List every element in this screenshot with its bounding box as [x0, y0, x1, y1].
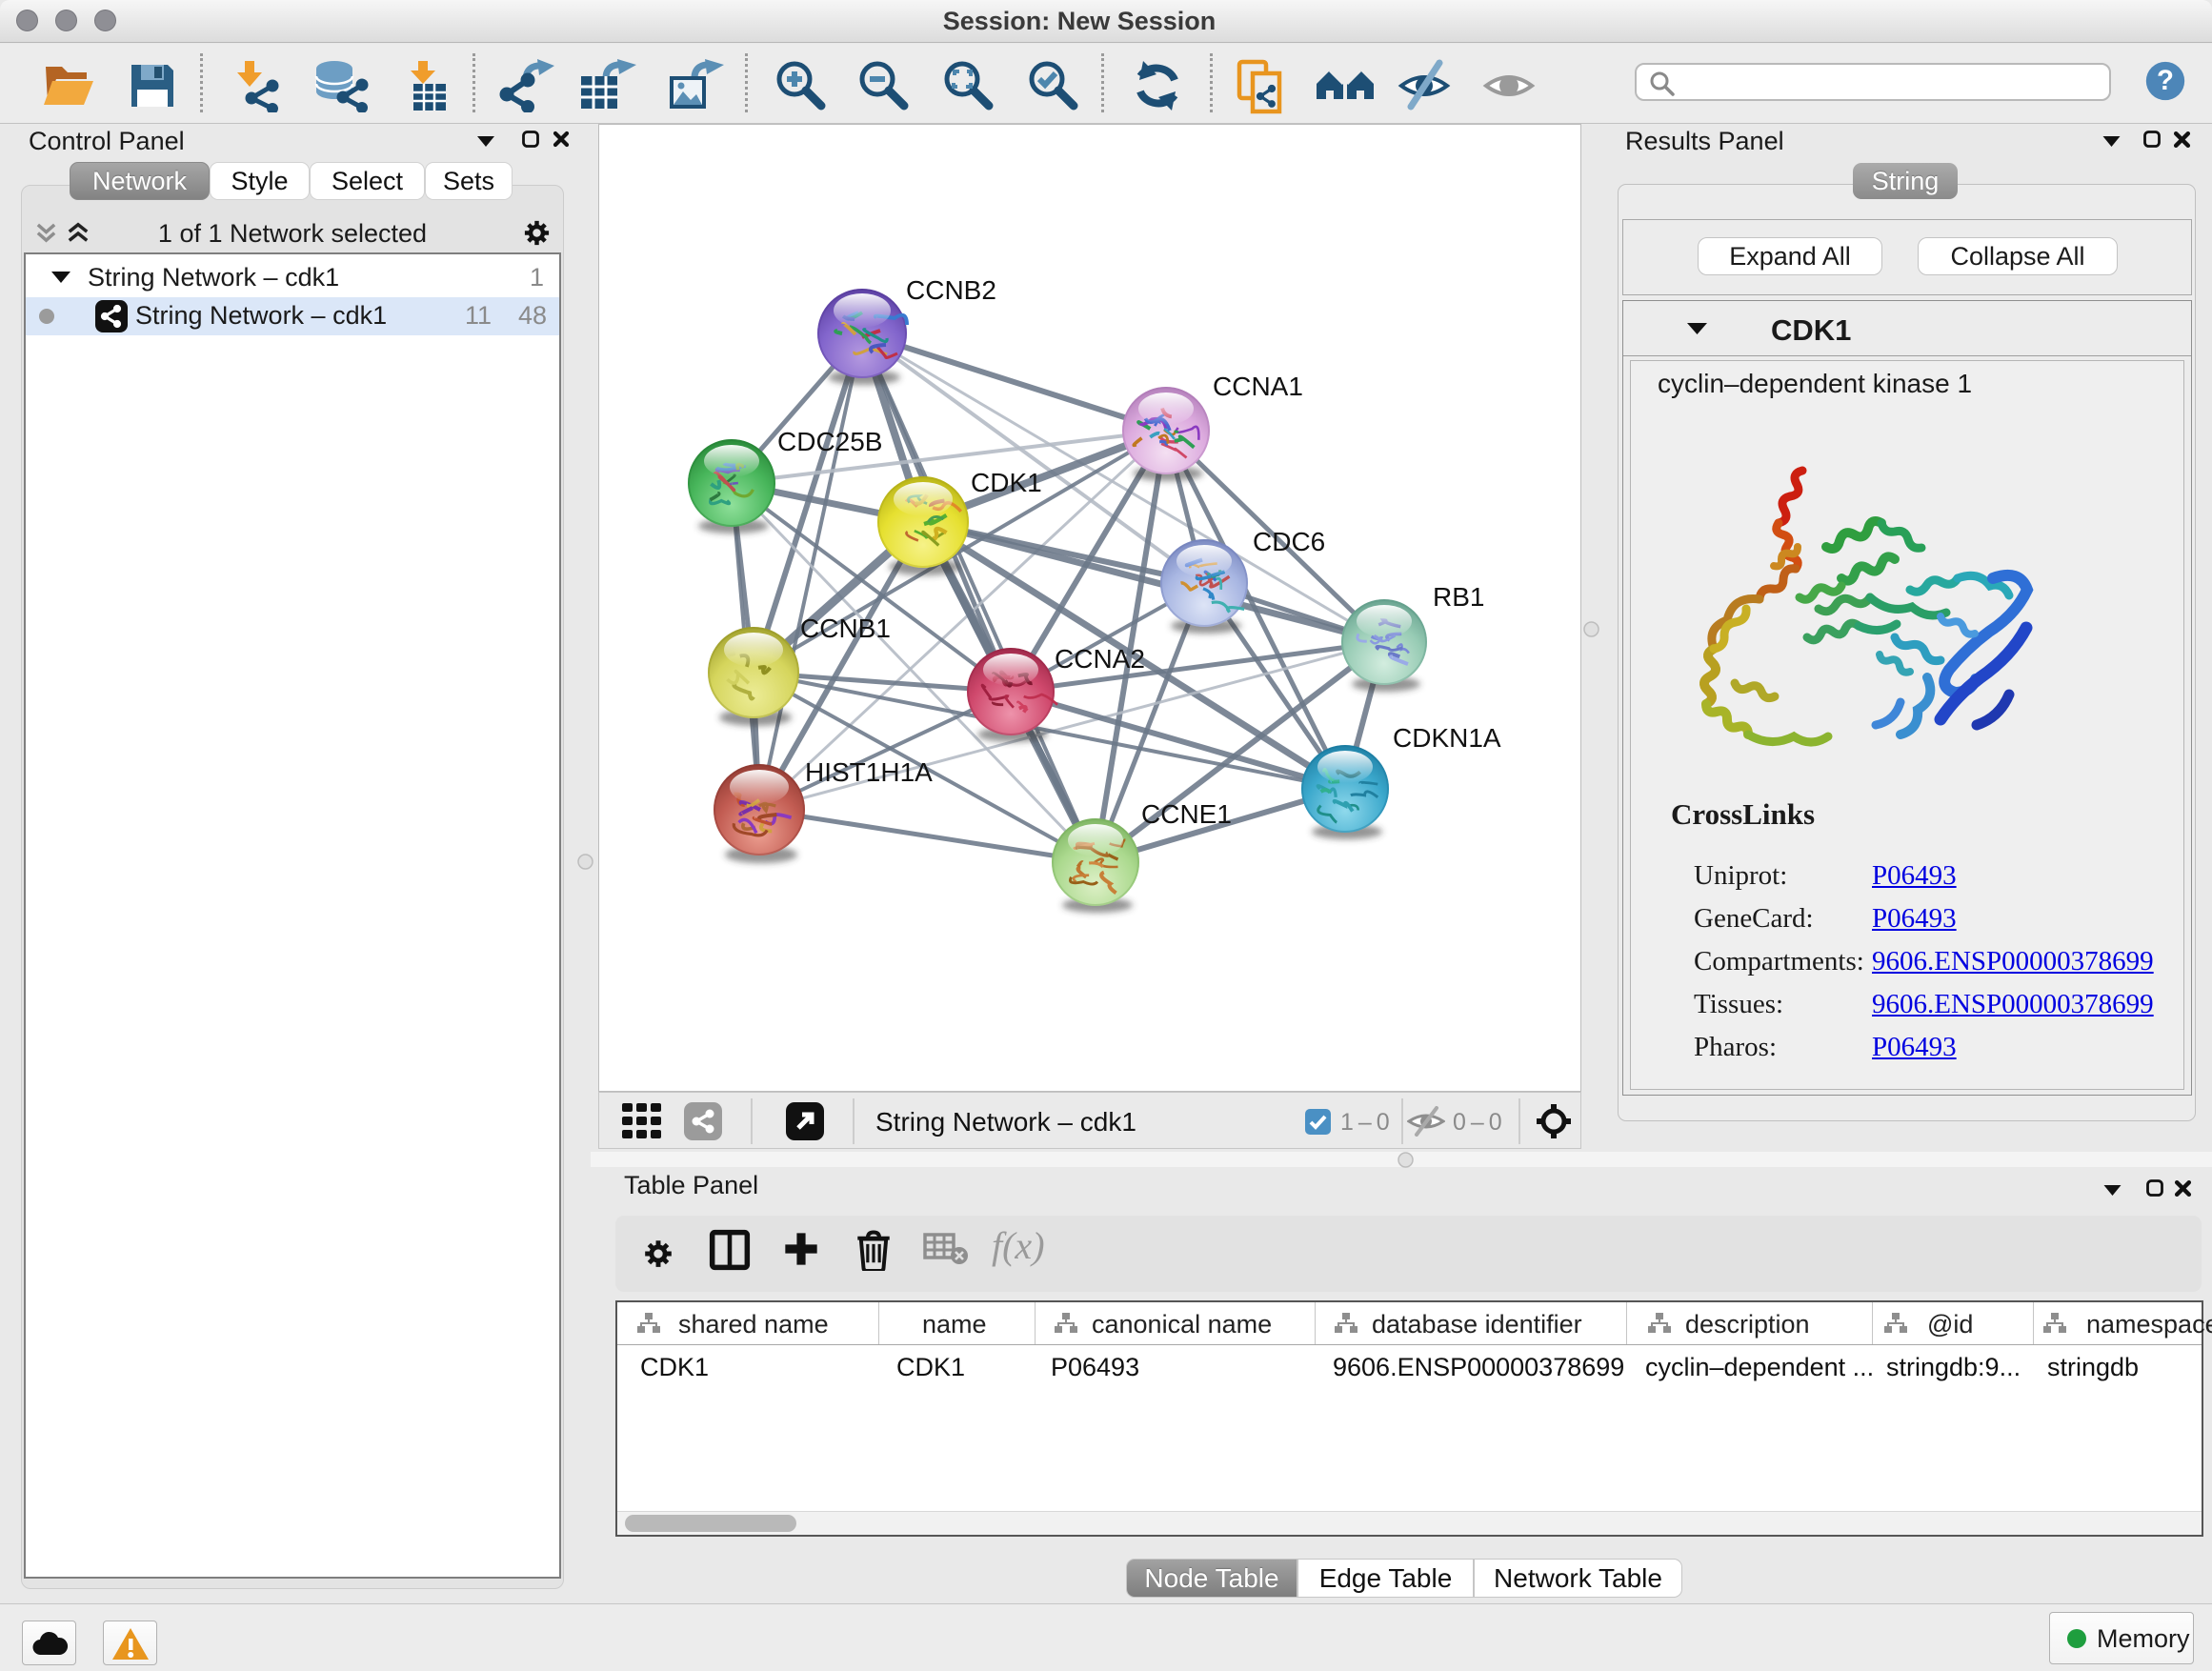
svg-text:CCNB1: CCNB1 [800, 614, 891, 643]
svg-text:CCNE1: CCNE1 [1141, 799, 1232, 829]
svg-text:RB1: RB1 [1433, 582, 1484, 612]
svg-text:CDK1: CDK1 [971, 468, 1042, 497]
svg-text:CDKN1A: CDKN1A [1393, 723, 1501, 753]
svg-text:?: ? [2157, 65, 2174, 96]
svg-text:CDC6: CDC6 [1253, 527, 1325, 556]
svg-text:HIST1H1A: HIST1H1A [805, 757, 933, 787]
svg-text:CDC25B: CDC25B [777, 427, 882, 456]
svg-text:CCNB2: CCNB2 [906, 275, 996, 305]
svg-text:CCNA1: CCNA1 [1213, 372, 1303, 401]
svg-text:CCNA2: CCNA2 [1055, 644, 1145, 674]
